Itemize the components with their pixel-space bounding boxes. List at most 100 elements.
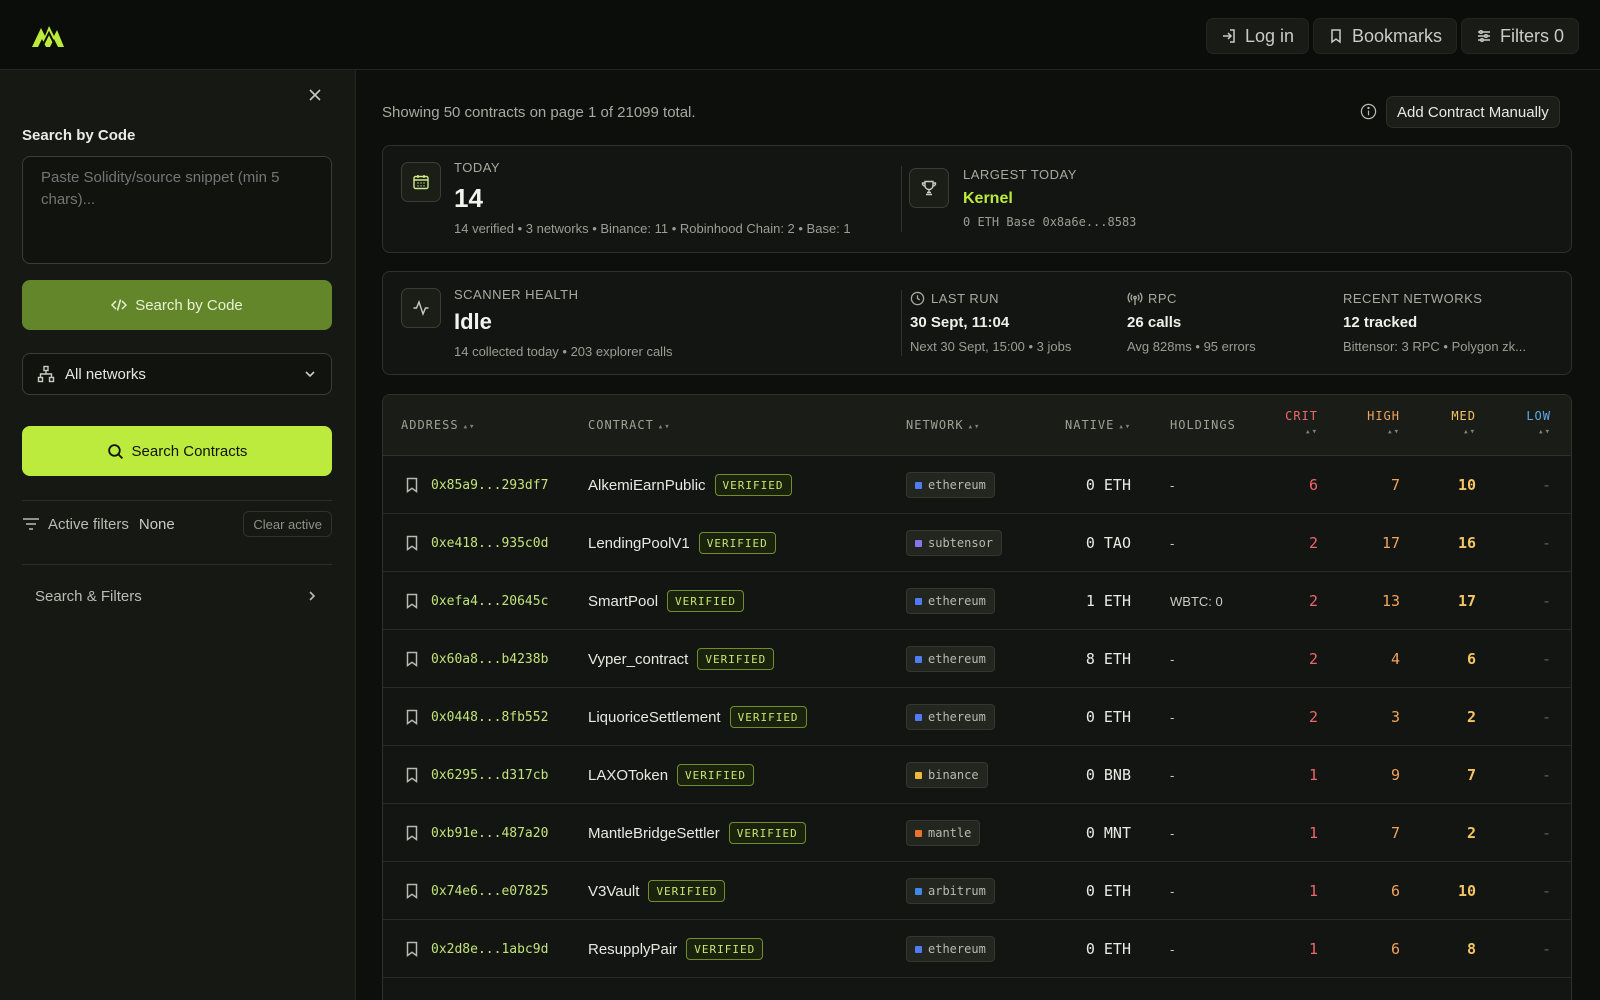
login-label: Log in xyxy=(1245,25,1295,46)
high-count: 6 xyxy=(1390,882,1400,900)
column-med[interactable]: MED ▴▾ xyxy=(1433,409,1476,437)
contract-address[interactable]: 0x74e6...e07825 xyxy=(431,862,548,920)
today-count: 14 xyxy=(454,183,483,213)
contract-address[interactable]: 0x85a9...293df7 xyxy=(431,456,548,514)
contract-name[interactable]: LendingPoolV1 xyxy=(588,535,690,552)
high-count: 3 xyxy=(1390,708,1400,726)
crit-count: 2 xyxy=(1308,650,1318,668)
info-icon[interactable] xyxy=(1360,103,1377,120)
filters-button[interactable]: Filters 0 xyxy=(1461,18,1580,54)
verified-badge: VERIFIED xyxy=(667,590,745,612)
recent-networks-value: 12 tracked xyxy=(1343,314,1418,331)
network-name: ethereum xyxy=(928,652,986,666)
network-color-dot xyxy=(915,713,922,721)
contract-address[interactable]: 0xb91e...487a20 xyxy=(431,804,548,862)
column-network[interactable]: NETWORK ▴▾ xyxy=(906,418,980,432)
contract-name[interactable]: LAXOToken xyxy=(588,767,668,784)
bookmark-toggle[interactable] xyxy=(405,572,419,630)
contract-address[interactable]: 0x2d8e...1abc9d xyxy=(431,920,548,978)
bookmark-toggle[interactable] xyxy=(405,920,419,978)
search-contracts-button[interactable]: Search Contracts xyxy=(22,426,332,476)
contract-name[interactable]: AlkemiEarnPublic xyxy=(588,477,706,494)
code-icon xyxy=(111,299,128,311)
bookmark-toggle[interactable] xyxy=(405,456,419,514)
contract-address[interactable]: 0xefa4...20645c xyxy=(431,572,548,630)
contract-address[interactable]: 0x60a8...b4238b xyxy=(431,630,548,688)
network-badge: arbitrum xyxy=(906,878,995,904)
mountain-logo[interactable] xyxy=(30,20,66,50)
bookmark-toggle[interactable] xyxy=(405,746,419,804)
sort-icon: ▴▾ xyxy=(1387,427,1400,437)
bookmark-icon xyxy=(406,941,418,957)
recent-networks-caption: RECENT NETWORKS xyxy=(1343,291,1483,306)
network-color-dot xyxy=(915,887,922,895)
verified-badge: VERIFIED xyxy=(728,822,806,844)
column-contract[interactable]: CONTRACT ▴▾ xyxy=(588,418,671,432)
table-row[interactable]: 0xe418...935c0d LendingPoolV1 VERIFIED subt… xyxy=(383,514,1571,572)
column-crit[interactable]: CRIT ▴▾ xyxy=(1273,409,1318,437)
contract-name[interactable]: V3Vault xyxy=(588,883,639,900)
network-cell: subtensor xyxy=(906,514,1003,572)
table-row[interactable]: 0xefa4...20645c SmartPool VERIFIED ethereum… xyxy=(383,572,1571,630)
active-filters-row: Active filters None Clear active xyxy=(22,510,332,538)
search-filters-expander[interactable]: Search & Filters xyxy=(22,580,332,612)
column-high[interactable]: HIGH ▴▾ xyxy=(1343,409,1400,437)
network-color-dot xyxy=(915,655,922,663)
med-count: 8 xyxy=(1466,940,1476,958)
network-color-dot xyxy=(915,829,922,837)
code-snippet-input[interactable] xyxy=(22,156,332,264)
table-row[interactable]: 0x0448...8fb552 LiquoriceSettlement VERIFI… xyxy=(383,688,1571,746)
contract-address[interactable]: 0x6295...d317cb xyxy=(431,746,548,804)
table-row[interactable]: 0x6295...d317cb LAXOToken VERIFIED binance 0… xyxy=(383,746,1571,804)
close-icon[interactable] xyxy=(307,87,323,103)
bookmark-toggle[interactable] xyxy=(405,862,419,920)
divider xyxy=(22,500,332,501)
network-name: binance xyxy=(928,768,979,782)
column-native[interactable]: NATIVE ▴▾ xyxy=(1065,418,1131,432)
column-address[interactable]: ADDRESS ▴▾ xyxy=(401,418,475,432)
contract-name-cell: LiquoriceSettlement VERIFIED xyxy=(588,688,807,746)
contract-name[interactable]: Vyper_contract xyxy=(588,651,688,668)
bookmark-toggle[interactable] xyxy=(405,630,419,688)
contract-name[interactable]: MantleBridgeSettler xyxy=(588,825,720,842)
bookmark-toggle[interactable] xyxy=(405,688,419,746)
contract-name[interactable]: ResupplyPair xyxy=(588,941,677,958)
add-contract-manually-button[interactable]: Add Contract Manually xyxy=(1386,96,1560,128)
holdings: - xyxy=(1170,709,1175,725)
verified-badge: VERIFIED xyxy=(677,764,755,786)
clock-icon xyxy=(910,291,925,306)
med-count: 17 xyxy=(1457,592,1476,610)
antenna-icon xyxy=(1127,292,1143,306)
verified-badge: VERIFIED xyxy=(648,880,726,902)
contract-address[interactable]: 0xe418...935c0d xyxy=(431,514,548,572)
login-button[interactable]: Log in xyxy=(1206,18,1310,54)
bookmarks-button[interactable]: Bookmarks xyxy=(1313,18,1458,54)
high-count: 7 xyxy=(1390,824,1400,842)
largest-contract-link[interactable]: Kernel xyxy=(963,190,1013,208)
search-by-code-button[interactable]: Search by Code xyxy=(22,280,332,330)
bookmark-toggle[interactable] xyxy=(405,804,419,862)
table-row[interactable]: 0xb91e...487a20 MantleBridgeSettler VERIFI… xyxy=(383,804,1571,862)
table-row[interactable]: 0x2d8e...1abc9d ResupplyPair VERIFIED ether… xyxy=(383,920,1571,978)
contract-name[interactable]: LiquoriceSettlement xyxy=(588,709,721,726)
network-cell: ethereum xyxy=(906,688,995,746)
contract-address[interactable]: 0x0448...8fb552 xyxy=(431,688,548,746)
table-row[interactable]: 0x60a8...b4238b Vyper_contract VERIFIED eth… xyxy=(383,630,1571,688)
rpc-stats: Avg 828ms • 95 errors xyxy=(1127,339,1256,354)
network-badge: binance xyxy=(906,762,988,788)
network-select[interactable]: All networks xyxy=(22,353,332,395)
clear-active-button[interactable]: Clear active xyxy=(243,511,332,537)
network-cell: ethereum xyxy=(906,572,995,630)
table-row[interactable]: 0x74e6...e07825 V3Vault VERIFIED arbitrum 0 … xyxy=(383,862,1571,920)
bookmark-icon xyxy=(406,477,418,493)
bookmark-toggle[interactable] xyxy=(405,514,419,572)
column-low[interactable]: LOW ▴▾ xyxy=(1508,409,1551,437)
contract-name-cell: ResupplyPair VERIFIED xyxy=(588,920,764,978)
contract-name[interactable]: SmartPool xyxy=(588,593,658,610)
active-filters-label: Active filters xyxy=(48,515,129,533)
column-low-label: LOW xyxy=(1526,409,1551,423)
trophy-icon-box xyxy=(909,168,949,208)
med-count: 10 xyxy=(1457,882,1476,900)
native-balance: 0 ETH xyxy=(1085,708,1131,726)
table-row[interactable]: 0x85a9...293df7 AlkemiEarnPublic VERIFIED e… xyxy=(383,456,1571,514)
